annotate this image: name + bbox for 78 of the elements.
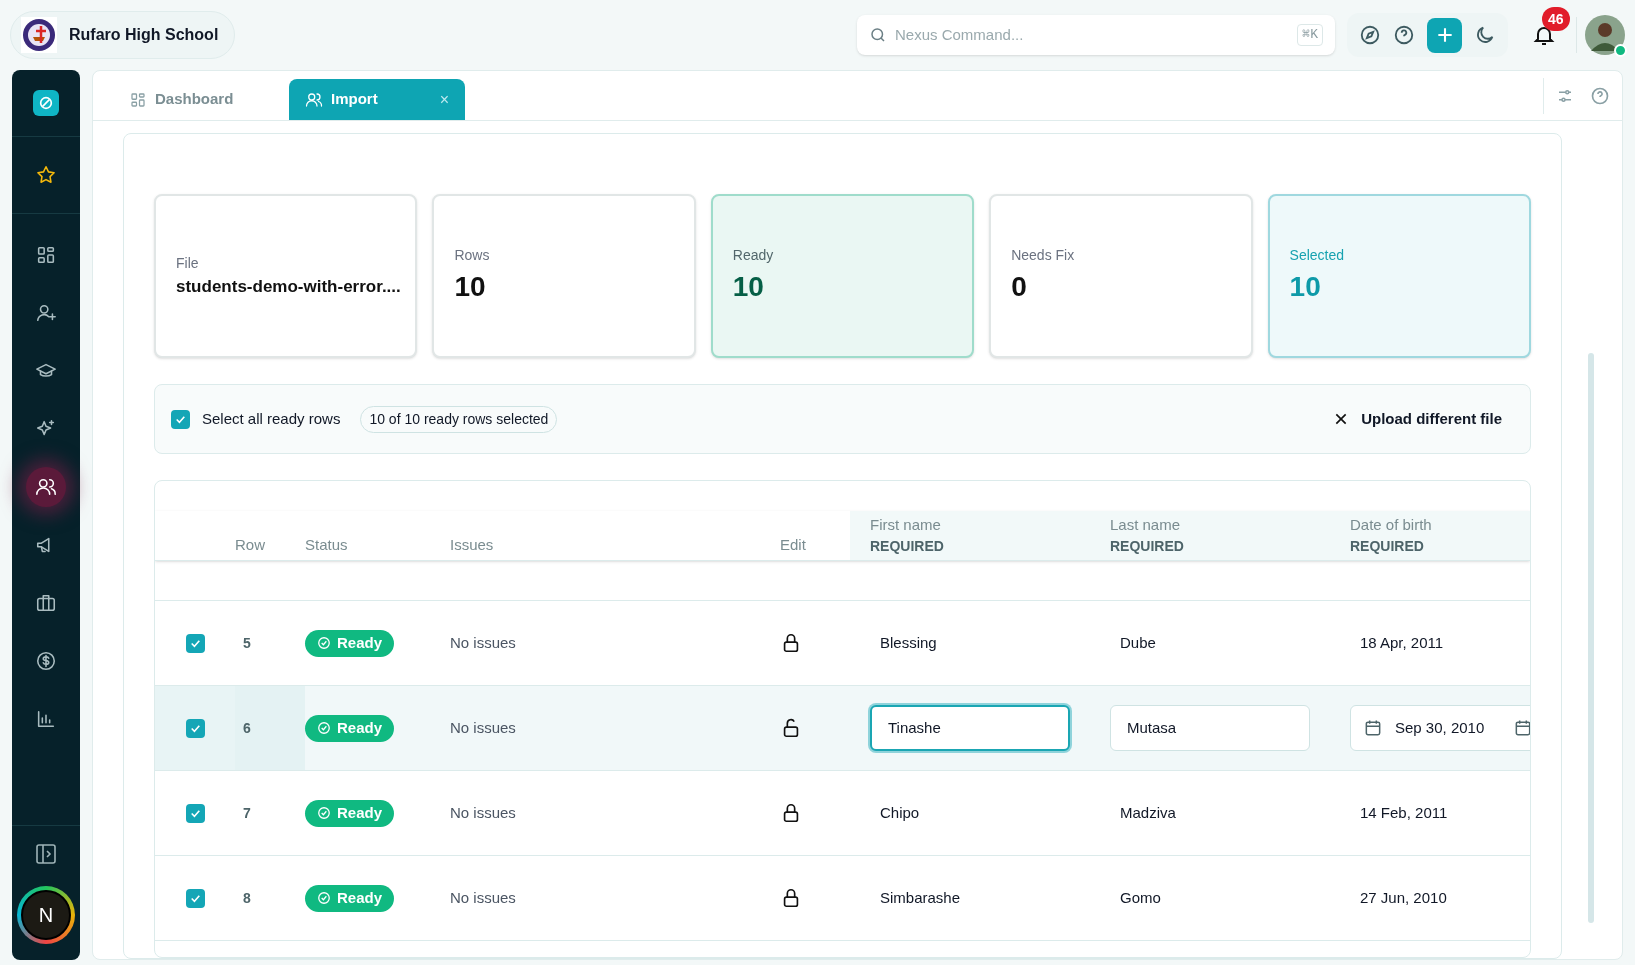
column-header: Last name	[1110, 514, 1182, 535]
stat-value: 10	[454, 269, 487, 304]
checkbox[interactable]	[171, 409, 190, 429]
search-input: Nexus Command...	[895, 23, 1290, 47]
last-name-field[interactable]: Mutasa	[1110, 705, 1310, 751]
stat-value: 10	[732, 269, 765, 304]
required-label: REQUIRED	[1350, 537, 1425, 557]
status-badge: Ready	[305, 884, 395, 912]
star-icon	[35, 164, 57, 186]
app-logo[interactable]	[33, 90, 59, 116]
first-name-cell: Blessing	[880, 633, 937, 651]
notification-badge: 46	[1542, 7, 1570, 31]
first-name-cell: Simbarashe	[880, 888, 961, 906]
checkbox[interactable]	[185, 888, 205, 908]
stat-label: File	[176, 253, 200, 273]
stat-value: 10	[1289, 269, 1322, 304]
upload-button[interactable]: Upload different file	[1333, 407, 1514, 431]
leaf-icon	[38, 95, 54, 111]
birth-date-cell: 18 Apr, 2011	[1360, 633, 1444, 651]
school-switcher[interactable]: Rufaro High School	[10, 11, 236, 59]
last-name-cell: Dube	[1120, 633, 1156, 651]
last-name-cell: Madziva	[1120, 803, 1176, 821]
scrollbar-thumb[interactable]	[1588, 353, 1594, 923]
status-badge: Ready	[305, 799, 395, 827]
column-header: Status	[305, 535, 349, 556]
checkbox[interactable]	[185, 803, 205, 823]
help-icon[interactable]	[1393, 24, 1415, 46]
birth-date-cell: 14 Feb, 2011	[1360, 803, 1448, 821]
checkbox[interactable]	[185, 718, 205, 738]
stat-label: Rows	[454, 245, 491, 265]
issues-cell-text: No issues	[450, 717, 517, 738]
compass-icon[interactable]	[1359, 24, 1381, 46]
checkbox[interactable]	[185, 633, 205, 653]
moon-icon[interactable]	[1474, 24, 1496, 46]
row-number: 6	[243, 718, 251, 738]
search-icon	[869, 26, 887, 44]
column-header: Date of birth	[1350, 514, 1433, 535]
issues-cell-text: No issues	[450, 802, 517, 823]
issues-cell-text: No issues	[450, 887, 517, 908]
avatar[interactable]	[1585, 15, 1625, 55]
first-name-field[interactable]: Tinashe	[870, 705, 1070, 751]
row-number: 7	[243, 803, 251, 823]
column-header: Edit	[780, 535, 806, 556]
stat-value: 0	[1011, 269, 1028, 304]
calendar-icon[interactable]	[1513, 718, 1530, 738]
last-name-cell: Gomo	[1120, 888, 1161, 906]
status-badge: Ready	[305, 714, 395, 742]
stat-label: Selected	[1289, 245, 1346, 265]
user-plus-icon	[35, 302, 57, 324]
users-icon	[35, 476, 57, 498]
status-badge: Ready	[305, 629, 395, 657]
select-all-label: Select all ready rows	[202, 408, 341, 429]
required-label: REQUIRED	[1110, 537, 1185, 557]
column-header: First name	[870, 514, 942, 535]
briefcase-icon	[35, 592, 57, 614]
school-name: Rufaro High School	[69, 25, 219, 45]
row-number: 5	[243, 633, 251, 653]
calendar-icon[interactable]	[1363, 718, 1383, 738]
grid-icon	[35, 244, 57, 266]
column-header: Issues	[450, 535, 495, 556]
required-label: REQUIRED	[870, 537, 945, 557]
shortcut-hint: ⌘K	[1297, 24, 1323, 46]
first-name-cell: Chipo	[880, 803, 920, 821]
birth-date-field[interactable]: Sep 30, 2010	[1350, 705, 1530, 751]
bar-chart-icon	[35, 708, 57, 730]
users-icon	[305, 90, 323, 109]
sidebar-item[interactable]	[26, 467, 66, 507]
birth-date-cell: 27 Jun, 2010	[1360, 888, 1447, 906]
sidebar-toggle-icon[interactable]	[34, 842, 58, 866]
add-button[interactable]	[1427, 17, 1462, 53]
issues-cell-text: No issues	[450, 632, 517, 653]
dollar-icon	[35, 650, 57, 672]
row-number: 8	[243, 888, 251, 908]
crest-icon	[21, 17, 57, 53]
grid-icon	[129, 90, 147, 109]
column-header: Row	[235, 535, 266, 556]
stat-label: Needs Fix	[1011, 245, 1076, 265]
stat-label: Ready	[732, 245, 775, 265]
